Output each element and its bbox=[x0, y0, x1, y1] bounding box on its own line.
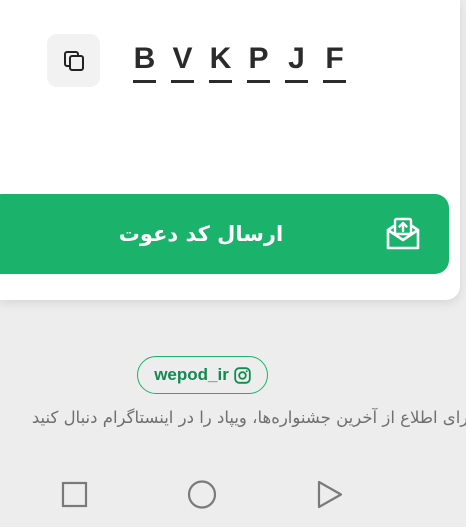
invite-code-char: K bbox=[209, 40, 232, 83]
invite-card: B V K P J F ارسال کد دعوت bbox=[0, 0, 460, 300]
instagram-link[interactable]: wepod_ir bbox=[137, 356, 268, 394]
recents-square-icon[interactable] bbox=[60, 470, 90, 520]
back-triangle-icon[interactable] bbox=[314, 470, 346, 520]
copy-code-button[interactable] bbox=[47, 34, 100, 87]
invite-code-char: J bbox=[285, 40, 308, 83]
invite-code: B V K P J F bbox=[133, 40, 346, 83]
instagram-follow-text: برای اطلاع از آخرین جشنواره‌ها، ویپاد را… bbox=[31, 408, 466, 427]
instagram-handle: wepod_ir bbox=[154, 365, 229, 384]
system-navigation-bar bbox=[0, 470, 466, 520]
send-invite-code-button[interactable]: ارسال کد دعوت bbox=[0, 194, 449, 274]
invite-code-char: V bbox=[171, 40, 194, 83]
instagram-icon bbox=[234, 366, 251, 384]
send-invite-code-label: ارسال کد دعوت bbox=[118, 222, 284, 246]
invite-code-char: F bbox=[323, 40, 346, 83]
copy-icon bbox=[63, 50, 84, 71]
envelope-upload-icon bbox=[386, 217, 420, 250]
invite-code-char: P bbox=[247, 40, 270, 83]
invite-code-char: B bbox=[133, 40, 156, 83]
home-circle-icon[interactable] bbox=[186, 470, 218, 520]
